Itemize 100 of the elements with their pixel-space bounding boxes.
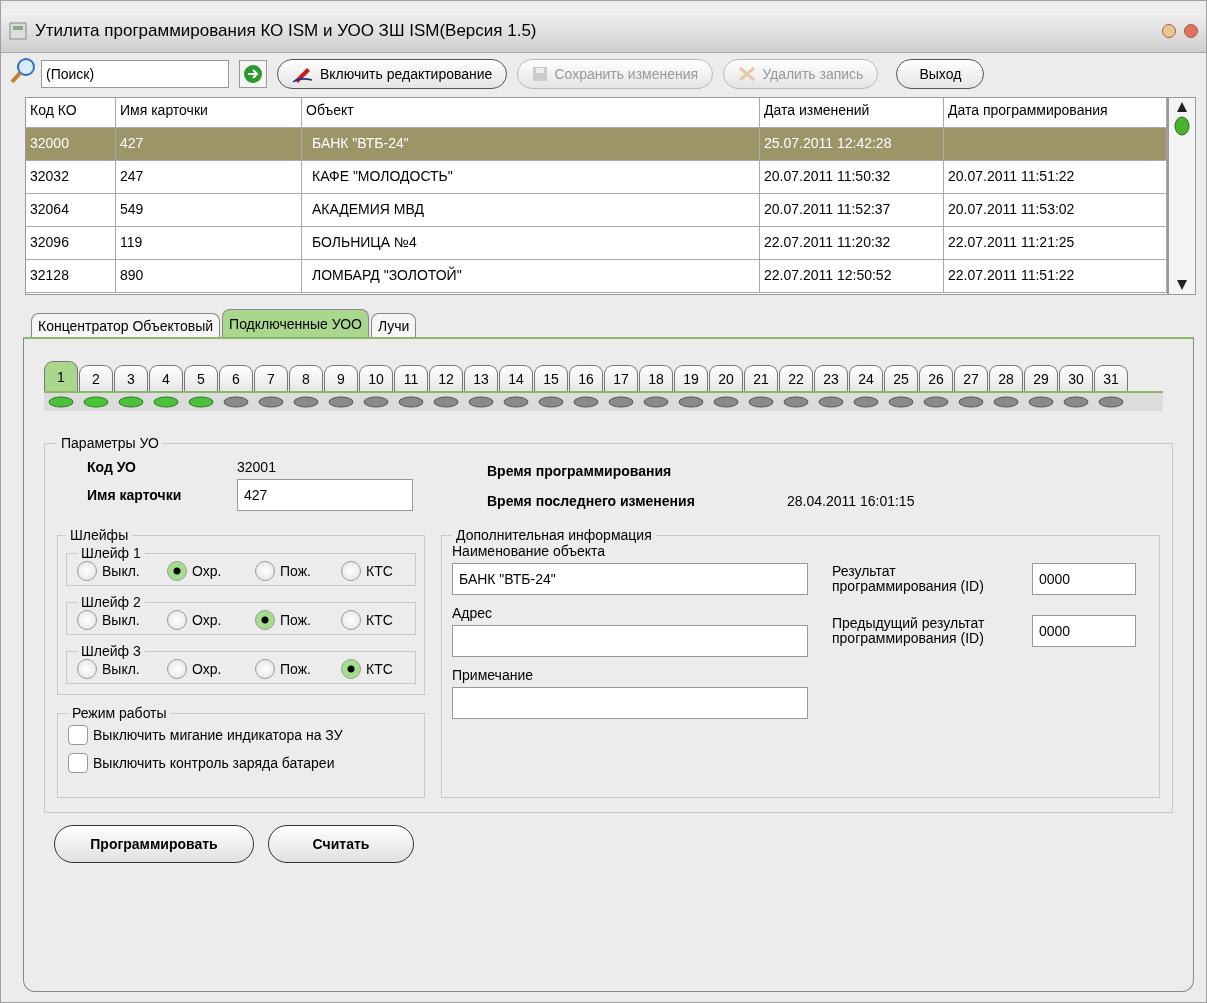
device-tab[interactable]: 4 — [149, 365, 183, 391]
device-tab[interactable]: 27 — [954, 365, 988, 391]
radio-option[interactable]: Охр. — [167, 561, 255, 581]
code-value: 32001 — [237, 459, 277, 475]
device-tab[interactable]: 26 — [919, 365, 953, 391]
table-row[interactable]: 32032 247 КАФЕ "МОЛОДОСТЬ" 20.07.2011 11:50:32 20.07.2011 11:51:22 — [26, 161, 1167, 194]
table-cell: ЛОМБАРД "ЗОЛОТОЙ" — [302, 260, 760, 292]
group-title: Шлейф 3 — [80, 643, 142, 659]
close-button[interactable] — [1184, 23, 1198, 38]
field-label: Наименование объекта — [452, 543, 607, 559]
table-row[interactable]: 32096 119 БОЛЬНИЦА №4 22.07.2011 11:20:32 22.07.2011 11:21:25 — [26, 227, 1167, 260]
device-tab[interactable]: 13 — [464, 365, 498, 391]
radio-option[interactable]: Пож. — [255, 659, 341, 679]
device-tab[interactable]: 24 — [849, 365, 883, 391]
radio-option[interactable]: Выкл. — [77, 561, 167, 581]
search-icon — [9, 57, 37, 85]
scroll-down-icon[interactable] — [1177, 280, 1187, 290]
device-tab[interactable]: 16 — [569, 365, 603, 391]
table-cell: 890 — [116, 260, 302, 292]
device-tab[interactable]: 17 — [604, 365, 638, 391]
device-tab[interactable]: 10 — [359, 365, 393, 391]
radio-option[interactable]: Пож. — [255, 610, 341, 630]
device-tab[interactable]: 3 — [114, 365, 148, 391]
tab[interactable]: Лучи — [370, 313, 417, 337]
device-tab[interactable]: 23 — [814, 365, 848, 391]
group-title: Шлейфы — [69, 527, 130, 543]
window-title: Утилита программирования КО ISM и УОО ЗШ ISM(Версия 1.5) — [35, 20, 538, 41]
device-tab[interactable]: 22 — [779, 365, 813, 391]
table-cell: 32128 — [26, 260, 116, 292]
scroll-up-icon[interactable] — [1177, 102, 1187, 112]
group-title: Шлейф 2 — [80, 594, 142, 610]
field-label: Код УО — [87, 459, 137, 475]
table-cell: БОЛЬНИЦА №4 — [302, 227, 760, 259]
table-cell: КАФЕ "МОЛОДОСТЬ" — [302, 161, 760, 193]
group-title: Параметры УО — [60, 435, 160, 451]
go-button[interactable] — [239, 60, 267, 88]
radio-option[interactable]: КТС — [341, 610, 405, 630]
radio-option[interactable]: КТС — [341, 561, 405, 581]
device-tab[interactable]: 18 — [639, 365, 673, 391]
field-label: Имя карточки — [87, 487, 183, 503]
device-tab[interactable]: 6 — [219, 365, 253, 391]
table-cell: 247 — [116, 161, 302, 193]
field-label: Время последнего изменения — [487, 493, 696, 509]
device-tab[interactable]: 15 — [534, 365, 568, 391]
table-cell: 22.07.2011 11:51:22 — [944, 260, 1167, 292]
device-tab[interactable]: 14 — [499, 365, 533, 391]
device-tab[interactable]: 30 — [1059, 365, 1093, 391]
exit-button[interactable]: Выход — [896, 59, 985, 89]
text-field[interactable] — [452, 625, 808, 657]
table-cell: 22.07.2011 12:50:52 — [760, 260, 944, 292]
scroll-thumb-icon[interactable] — [1174, 116, 1190, 136]
device-tab[interactable]: 20 — [709, 365, 743, 391]
card-name-field[interactable]: 427 — [237, 479, 413, 511]
device-tab[interactable]: 2 — [79, 365, 113, 391]
table-cell: 20.07.2011 11:51:22 — [944, 161, 1167, 193]
device-tab[interactable]: 8 — [289, 365, 323, 391]
device-tab[interactable]: 9 — [324, 365, 358, 391]
action-button[interactable]: Программировать — [54, 825, 254, 863]
text-field[interactable] — [452, 687, 808, 719]
cross-icon — [738, 66, 757, 82]
action-button[interactable]: Считать — [268, 825, 414, 863]
table-cell: 25.07.2011 12:42:28 — [760, 128, 944, 160]
device-tab[interactable]: 25 — [884, 365, 918, 391]
result-field[interactable]: 0000 — [1032, 615, 1136, 647]
table-cell: 20.07.2011 11:50:32 — [760, 161, 944, 193]
toolbar-button[interactable]: Включить редактирование — [277, 59, 508, 89]
radio-option[interactable]: Выкл. — [77, 610, 167, 630]
radio-option[interactable]: Охр. — [167, 659, 255, 679]
table-cell: 32096 — [26, 227, 116, 259]
text-field[interactable]: БАНК "ВТБ-24" — [452, 563, 808, 595]
tab[interactable]: Подключенные УОО — [222, 309, 369, 337]
table-row[interactable]: 32128 890 ЛОМБАРД "ЗОЛОТОЙ" 22.07.2011 12:50:52 22.07.2011 11:51:22 — [26, 260, 1167, 293]
table-cell: 32032 — [26, 161, 116, 193]
device-tab[interactable]: 5 — [184, 365, 218, 391]
minimize-button[interactable] — [1162, 23, 1176, 38]
search-field[interactable]: (Поиск) — [41, 60, 229, 88]
tab[interactable]: Концентратор Объектовый — [31, 313, 221, 337]
scrollbar[interactable] — [1168, 97, 1196, 295]
radio-option[interactable]: Охр. — [167, 610, 255, 630]
device-tab[interactable]: 31 — [1094, 365, 1128, 391]
device-tab[interactable]: 28 — [989, 365, 1023, 391]
table-cell: 32000 — [26, 128, 116, 160]
device-tab[interactable]: 7 — [254, 365, 288, 391]
device-tab[interactable]: 21 — [744, 365, 778, 391]
device-tab[interactable]: 1 — [44, 361, 78, 391]
device-tab[interactable]: 19 — [674, 365, 708, 391]
radio-option[interactable]: Пож. — [255, 561, 341, 581]
field-label: Предыдущий результат программирования (ID) — [832, 616, 986, 646]
checkbox-option[interactable]: Выключить контроль заряда батареи — [68, 753, 414, 773]
group-title: Шлейф 1 — [80, 545, 142, 561]
device-tab[interactable]: 11 — [394, 365, 428, 391]
checkbox-option[interactable]: Выключить мигание индикатора на ЗУ — [68, 725, 414, 745]
radio-option[interactable]: Выкл. — [77, 659, 167, 679]
radio-option[interactable]: КТС — [341, 659, 405, 679]
device-tab[interactable]: 12 — [429, 365, 463, 391]
result-field[interactable]: 0000 — [1032, 563, 1136, 595]
table-row[interactable]: 32064 549 АКАДЕМИЯ МВД 20.07.2011 11:52:37 20.07.2011 11:53:02 — [26, 194, 1167, 227]
device-tab[interactable]: 29 — [1024, 365, 1058, 391]
table-cell: 32064 — [26, 194, 116, 226]
table-cell: 427 — [116, 128, 302, 160]
